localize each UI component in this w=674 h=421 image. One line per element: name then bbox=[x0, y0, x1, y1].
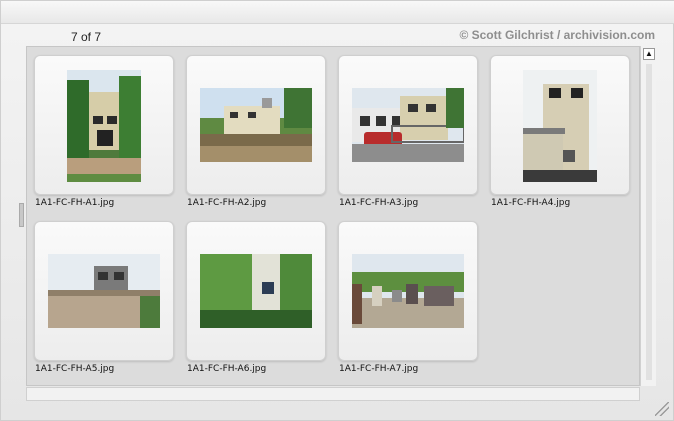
thumbnail-image[interactable] bbox=[523, 70, 597, 182]
thumbnail-image[interactable] bbox=[67, 70, 141, 182]
thumbnail-image[interactable] bbox=[200, 88, 312, 162]
title-strip bbox=[1, 1, 674, 24]
scroll-to-top-icon[interactable]: ▲ bbox=[643, 48, 655, 60]
thumbnail-filename: 1A1-FC-FH-A4.jpg bbox=[491, 198, 571, 208]
thumbnail-frame[interactable] bbox=[186, 221, 326, 361]
resize-grip-icon[interactable] bbox=[655, 402, 669, 416]
side-drag-handle[interactable] bbox=[19, 203, 24, 227]
vertical-scroll-track[interactable] bbox=[646, 64, 652, 380]
thumbnail-image[interactable] bbox=[200, 254, 312, 328]
thumbnail-panel: 1A1-FC-FH-A1.jpg 1A1-FC-FH-A2.jpg 1A1-FC… bbox=[26, 46, 640, 386]
thumbnail-filename: 1A1-FC-FH-A1.jpg bbox=[35, 198, 115, 208]
thumbnail-photo-6 bbox=[200, 254, 312, 328]
thumbnail-item[interactable]: 1A1-FC-FH-A1.jpg bbox=[27, 47, 174, 208]
photo-credit: © Scott Gilchrist / archivision.com bbox=[459, 28, 655, 42]
thumbnail-filename: 1A1-FC-FH-A5.jpg bbox=[35, 364, 115, 374]
thumbnail-item[interactable]: 1A1-FC-FH-A2.jpg bbox=[179, 47, 326, 208]
thumbnail-filename: 1A1-FC-FH-A6.jpg bbox=[187, 364, 267, 374]
thumbnail-photo-1 bbox=[67, 70, 141, 182]
thumbnail-frame[interactable] bbox=[34, 55, 174, 195]
thumbnail-image[interactable] bbox=[352, 254, 464, 328]
thumbnail-image[interactable] bbox=[48, 254, 160, 328]
window: 7 of 7 © Scott Gilchrist / archivision.c… bbox=[0, 0, 674, 421]
thumbnail-photo-5 bbox=[48, 254, 160, 328]
thumbnail-photo-4 bbox=[523, 70, 597, 182]
thumbnail-frame[interactable] bbox=[186, 55, 326, 195]
thumbnail-frame[interactable] bbox=[490, 55, 630, 195]
thumbnail-photo-2 bbox=[200, 88, 312, 162]
thumbnail-filename: 1A1-FC-FH-A3.jpg bbox=[339, 198, 419, 208]
thumbnail-frame[interactable] bbox=[338, 55, 478, 195]
image-counter: 7 of 7 bbox=[71, 30, 102, 44]
thumbnail-image[interactable] bbox=[352, 88, 464, 162]
thumbnail-item[interactable]: 1A1-FC-FH-A6.jpg bbox=[179, 213, 326, 374]
thumbnail-frame[interactable] bbox=[338, 221, 478, 361]
thumbnail-photo-7 bbox=[352, 254, 464, 328]
thumbnail-frame[interactable] bbox=[34, 221, 174, 361]
horizontal-scrollbar[interactable] bbox=[26, 387, 640, 401]
thumbnail-filename: 1A1-FC-FH-A2.jpg bbox=[187, 198, 267, 208]
thumbnail-item[interactable]: 1A1-FC-FH-A5.jpg bbox=[27, 213, 174, 374]
thumbnail-item[interactable]: 1A1-FC-FH-A4.jpg bbox=[483, 47, 630, 208]
thumbnail-item[interactable]: 1A1-FC-FH-A3.jpg bbox=[331, 47, 478, 208]
thumbnail-filename: 1A1-FC-FH-A7.jpg bbox=[339, 364, 419, 374]
thumbnail-photo-3 bbox=[352, 88, 464, 162]
vertical-scrollbar[interactable]: ▲ bbox=[640, 46, 656, 386]
thumbnail-item[interactable]: 1A1-FC-FH-A7.jpg bbox=[331, 213, 478, 374]
